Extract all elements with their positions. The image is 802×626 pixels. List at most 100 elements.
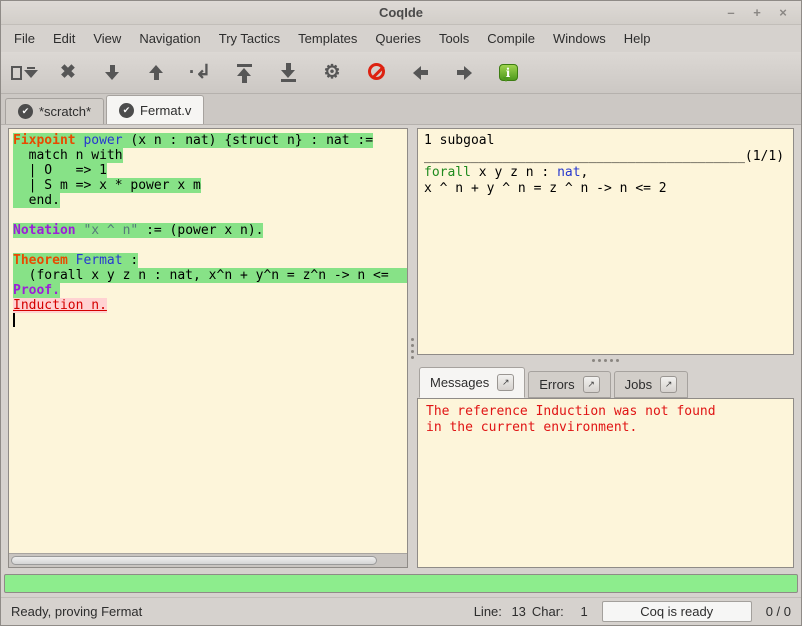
goal-line: x ^ n + y ^ n = z ^ n -> n <= 2 — [424, 181, 787, 197]
tab-label: Jobs — [625, 377, 652, 392]
popout-icon[interactable]: ↗ — [660, 376, 677, 393]
menu-bar: FileEditViewNavigationTry TacticsTemplat… — [1, 25, 801, 52]
about-button[interactable]: i — [493, 58, 523, 88]
line-label: Line: — [474, 604, 502, 619]
tab-fermat-v[interactable]: ✔Fermat.v — [106, 95, 204, 124]
close-buffer-icon: ✖ — [60, 63, 76, 82]
code-line: Induction n. — [9, 298, 407, 313]
progress-area — [1, 572, 801, 597]
window-controls: – + × — [721, 4, 801, 22]
step-forward-icon — [105, 65, 119, 80]
script-editor[interactable]: Fixpoint power (x n : nat) {struct n} : … — [9, 129, 407, 554]
code-line: | O => 1 — [9, 163, 407, 178]
step-forward-button[interactable] — [97, 58, 127, 88]
go-to-end-button[interactable] — [273, 58, 303, 88]
back-icon — [413, 66, 428, 80]
about-icon: i — [499, 64, 518, 81]
code-line — [9, 238, 407, 253]
code-line: (forall x y z n : nat, x^n + y^n = z^n -… — [9, 268, 407, 283]
tab-label: *scratch* — [39, 104, 91, 119]
minimize-button[interactable]: – — [721, 4, 741, 22]
close-button[interactable]: × — [773, 4, 793, 22]
menu-windows[interactable]: Windows — [544, 27, 615, 50]
forward-icon — [457, 66, 472, 80]
code-line: Theorem Fermat : — [9, 253, 407, 268]
code-line: | S m => x * power x m — [9, 178, 407, 193]
menu-tools[interactable]: Tools — [430, 27, 478, 50]
interrupt-button[interactable] — [361, 58, 391, 88]
goal-line: ________________________________________… — [424, 149, 787, 165]
code-line — [9, 208, 407, 223]
maximize-button[interactable]: + — [747, 4, 767, 22]
interrupt-icon — [368, 63, 385, 83]
char-value: 1 — [570, 604, 588, 619]
menu-edit[interactable]: Edit — [44, 27, 84, 50]
go-to-cursor-button[interactable]: ·↲ — [185, 58, 215, 88]
messages-pane[interactable]: The reference Induction was not foundin … — [417, 398, 794, 568]
step-backward-button[interactable] — [141, 58, 171, 88]
status-right: Line: 13 Char: 1 Coq is ready 0 / 0 — [474, 601, 791, 622]
tab-messages[interactable]: Messages ↗ — [419, 367, 525, 398]
code-line: Proof. — [9, 283, 407, 298]
tab-errors[interactable]: Errors ↗ — [528, 371, 610, 398]
text-cursor — [13, 313, 15, 327]
goals-pane[interactable]: 1 subgoal_______________________________… — [417, 128, 794, 355]
preferences-icon: ⚙ — [323, 63, 340, 82]
title-bar: CoqIde – + × — [1, 1, 801, 25]
menu-try-tactics[interactable]: Try Tactics — [210, 27, 289, 50]
toolbar: ✖ ·↲ ⚙ i — [1, 52, 801, 94]
menu-view[interactable]: View — [84, 27, 130, 50]
tab--scratch-[interactable]: ✔ *scratch* — [5, 98, 104, 124]
go-to-start-icon — [237, 63, 252, 83]
coqide-window: CoqIde – + × FileEditViewNavigationTry T… — [0, 0, 802, 626]
menu-compile[interactable]: Compile — [478, 27, 544, 50]
vertical-splitter[interactable] — [408, 128, 417, 568]
menu-help[interactable]: Help — [615, 27, 660, 50]
close-buffer-button[interactable]: ✖ — [53, 58, 83, 88]
code-line: match n with — [9, 148, 407, 163]
tab-jobs[interactable]: Jobs ↗ — [614, 371, 688, 398]
menu-templates[interactable]: Templates — [289, 27, 366, 50]
status-message: Ready, proving Fermat — [11, 604, 142, 619]
check-document-button[interactable] — [9, 58, 39, 88]
goal-line: 1 subgoal — [424, 133, 787, 149]
goal-line: forall x y z n : nat, — [424, 165, 787, 181]
horizontal-splitter[interactable] — [417, 355, 794, 365]
back-button[interactable] — [405, 58, 435, 88]
preferences-button[interactable]: ⚙ — [317, 58, 347, 88]
popout-icon[interactable]: ↗ — [497, 374, 514, 391]
line-value: 13 — [508, 604, 526, 619]
tab-label: Messages — [430, 375, 489, 390]
horizontal-scrollbar[interactable] — [9, 554, 407, 567]
jobs-counter: 0 / 0 — [766, 604, 791, 619]
go-to-start-button[interactable] — [229, 58, 259, 88]
window-title: CoqIde — [1, 5, 801, 20]
char-label: Char: — [532, 604, 564, 619]
coq-status-indicator: Coq is ready — [602, 601, 752, 622]
checkmark-icon: ✔ — [18, 104, 33, 119]
code-line — [9, 313, 407, 328]
tab-label: Errors — [539, 377, 574, 392]
status-bar: Ready, proving Fermat Line: 13 Char: 1 C… — [1, 597, 801, 625]
code-line: Notation "x ^ n" := (power x n). — [9, 223, 407, 238]
popout-icon[interactable]: ↗ — [583, 376, 600, 393]
check-document-icon — [11, 66, 38, 80]
menu-navigation[interactable]: Navigation — [130, 27, 209, 50]
script-pane: Fixpoint power (x n : nat) {struct n} : … — [8, 128, 408, 568]
menu-queries[interactable]: Queries — [366, 27, 430, 50]
right-column: 1 subgoal_______________________________… — [417, 128, 794, 568]
forward-button[interactable] — [449, 58, 479, 88]
code-line: end. — [9, 193, 407, 208]
checkmark-icon: ✔ — [119, 103, 134, 118]
go-to-end-icon — [281, 63, 296, 83]
main-area: Fixpoint power (x n : nat) {struct n} : … — [1, 125, 801, 572]
document-tab-bar: ✔ *scratch* ✔Fermat.v — [1, 94, 801, 125]
scrollbar-thumb[interactable] — [11, 556, 377, 565]
message-tab-bar: Messages ↗ Errors ↗ Jobs ↗ — [417, 365, 794, 398]
code-line: Fixpoint power (x n : nat) {struct n} : … — [9, 133, 407, 148]
error-message-line: in the current environment. — [426, 420, 785, 436]
go-to-cursor-icon: ·↲ — [189, 63, 211, 82]
splitter-dots — [592, 359, 619, 362]
menu-file[interactable]: File — [5, 27, 44, 50]
error-message-line: The reference Induction was not found — [426, 404, 785, 420]
